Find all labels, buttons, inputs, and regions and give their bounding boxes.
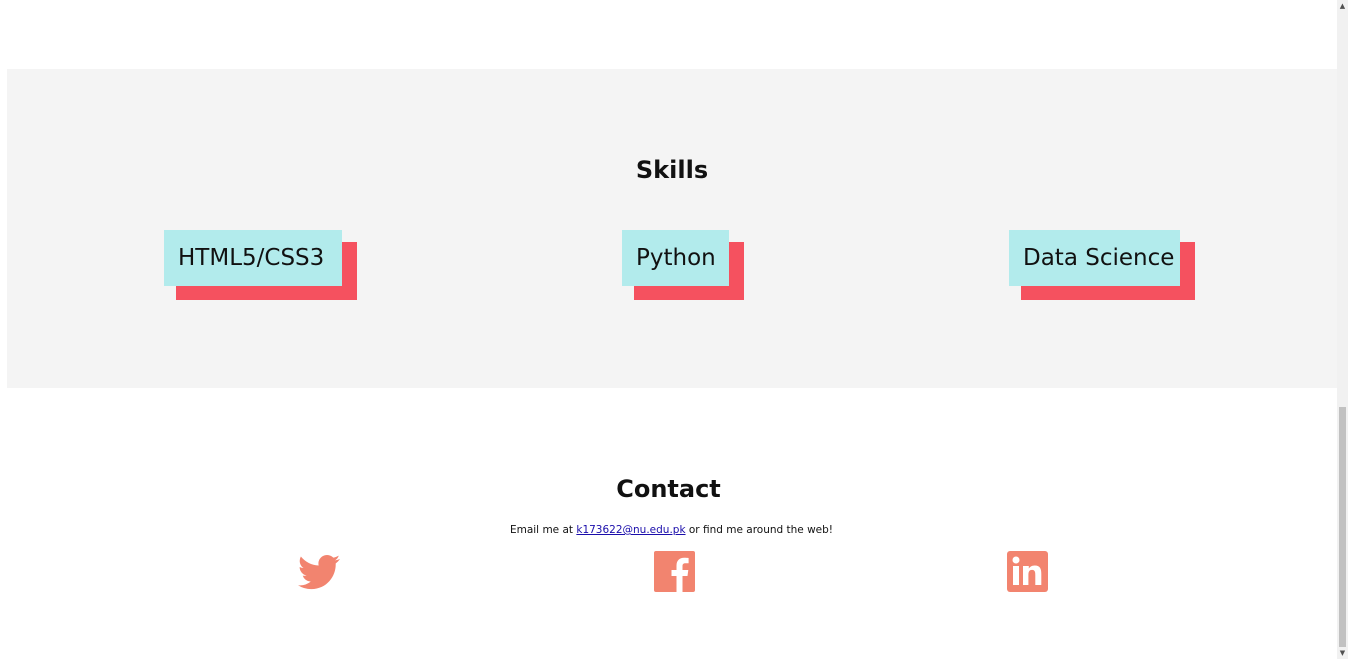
scroll-down-arrow-icon[interactable]: ▼ bbox=[1337, 647, 1348, 659]
skill-html-css: HTML5/CSS3 bbox=[164, 230, 357, 300]
facebook-icon bbox=[654, 551, 695, 592]
skill-label: Python bbox=[622, 230, 729, 286]
skill-label: Data Science bbox=[1009, 230, 1180, 286]
contact-text-prefix: Email me at bbox=[509, 524, 577, 536]
skills-section: Skills HTML5/CSS3 Python Data Science bbox=[7, 69, 1337, 388]
skill-data-science: Data Science bbox=[1009, 230, 1195, 300]
contact-title: Contact bbox=[616, 475, 721, 503]
email-link[interactable]: k173622@nu.edu.pk bbox=[576, 524, 685, 536]
contact-text-suffix: or find me around the web! bbox=[685, 524, 834, 536]
page: Skills HTML5/CSS3 Python Data Science Co… bbox=[0, 0, 1348, 659]
vertical-scrollbar[interactable]: ▲ ▼ bbox=[1337, 0, 1348, 659]
linkedin-link[interactable] bbox=[1007, 551, 1049, 593]
scroll-up-arrow-icon[interactable]: ▲ bbox=[1337, 0, 1348, 12]
skills-title: Skills bbox=[635, 156, 709, 184]
skill-label: HTML5/CSS3 bbox=[164, 230, 342, 286]
skill-python: Python bbox=[622, 230, 744, 300]
scrollbar-thumb[interactable] bbox=[1339, 407, 1346, 647]
linkedin-icon bbox=[1007, 551, 1048, 592]
facebook-link[interactable] bbox=[654, 551, 696, 593]
twitter-link[interactable] bbox=[296, 551, 340, 593]
contact-text: Email me at k173622@nu.edu.pk or find me… bbox=[0, 524, 1343, 536]
twitter-icon bbox=[298, 554, 340, 590]
